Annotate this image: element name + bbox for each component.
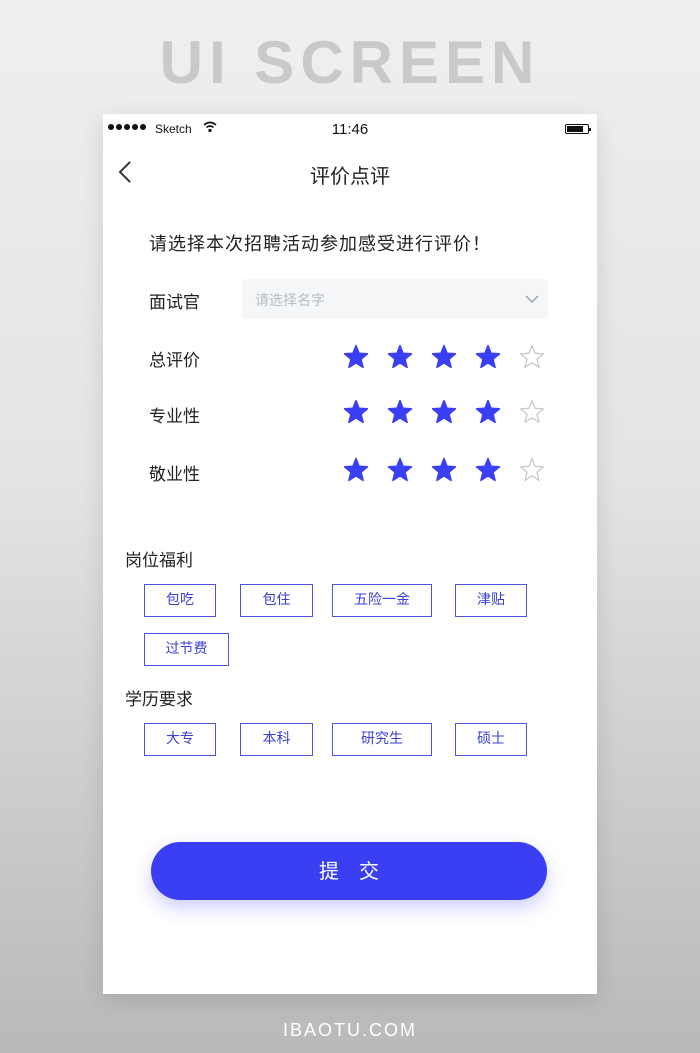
- submit-button[interactable]: 提交: [151, 842, 547, 900]
- star-filled-icon[interactable]: [431, 457, 457, 483]
- benefit-tag[interactable]: 津贴: [455, 584, 527, 617]
- star-filled-icon[interactable]: [475, 344, 501, 370]
- star-filled-icon[interactable]: [343, 457, 369, 483]
- chevron-down-icon: [525, 295, 539, 304]
- star-filled-icon[interactable]: [431, 344, 457, 370]
- interviewer-label: 面试官: [149, 293, 200, 313]
- star-filled-icon[interactable]: [387, 457, 413, 483]
- rating-stars-professional: [343, 399, 545, 425]
- star-filled-icon[interactable]: [475, 399, 501, 425]
- star-filled-icon[interactable]: [475, 457, 501, 483]
- rating-label-overall: 总评价: [149, 351, 200, 371]
- star-empty-icon[interactable]: [519, 457, 545, 483]
- star-filled-icon[interactable]: [343, 399, 369, 425]
- star-filled-icon[interactable]: [387, 399, 413, 425]
- education-title: 学历要求: [125, 690, 193, 710]
- prompt-text: 请选择本次招聘活动参加感受进行评价！: [149, 234, 491, 255]
- rating-label-dedication: 敬业性: [149, 465, 200, 485]
- education-tag[interactable]: 本科: [240, 723, 313, 756]
- benefit-tag[interactable]: 包吃: [144, 584, 216, 617]
- page-title: 评价点评: [310, 164, 390, 188]
- star-filled-icon[interactable]: [431, 399, 457, 425]
- benefits-title: 岗位福利: [125, 551, 193, 571]
- banner-title: UI SCREEN: [159, 29, 541, 96]
- benefit-tag[interactable]: 过节费: [144, 633, 229, 666]
- interviewer-select[interactable]: 请选择名字: [242, 279, 548, 319]
- status-time: 11:46: [331, 121, 369, 138]
- battery-icon: [565, 124, 591, 134]
- benefit-tag[interactable]: 包住: [240, 584, 313, 617]
- education-tag[interactable]: 硕士: [455, 723, 527, 756]
- phone-screen: Sketch 11:46 评价点评 请选择本次招聘活动参加感受进行评价！ 面试官…: [103, 114, 597, 994]
- rating-label-professional: 专业性: [149, 407, 200, 427]
- education-tag[interactable]: 大专: [144, 723, 216, 756]
- benefit-tag[interactable]: 五险一金: [332, 584, 432, 617]
- education-tag[interactable]: 研究生: [332, 723, 432, 756]
- star-empty-icon[interactable]: [519, 399, 545, 425]
- rating-stars-overall: [343, 344, 545, 370]
- nav-bar: 评价点评: [103, 154, 597, 190]
- star-empty-icon[interactable]: [519, 344, 545, 370]
- interviewer-placeholder: 请选择名字: [255, 293, 325, 309]
- footer-watermark: IBAOTU.COM: [282, 1020, 417, 1040]
- rating-stars-dedication: [343, 457, 545, 483]
- status-bar: Sketch 11:46: [103, 114, 597, 144]
- star-filled-icon[interactable]: [387, 344, 413, 370]
- star-filled-icon[interactable]: [343, 344, 369, 370]
